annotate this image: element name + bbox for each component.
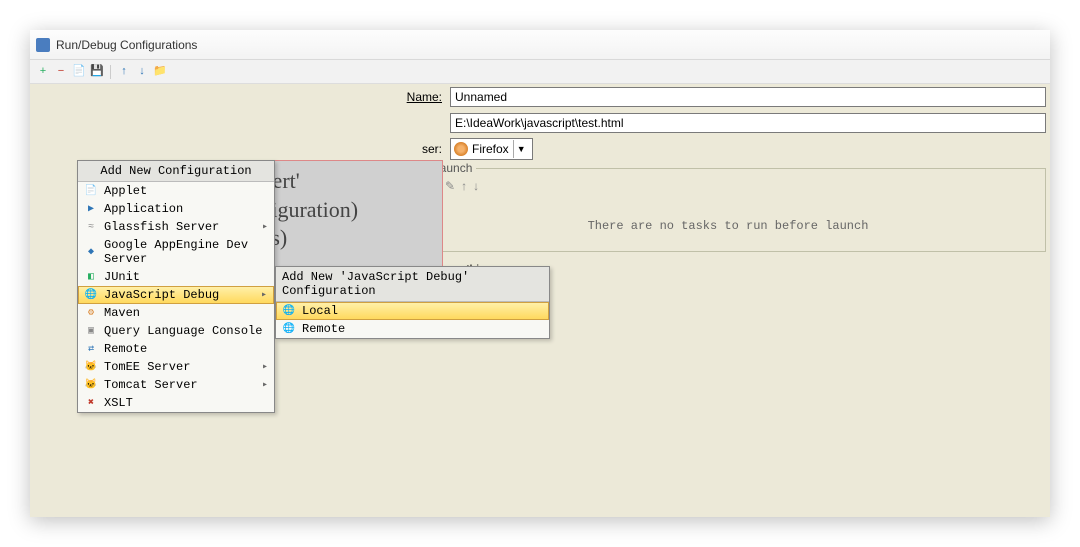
down-icon[interactable]: ↓ xyxy=(135,65,149,79)
menu-item-google-appengine-dev-server[interactable]: ◆ Google AppEngine Dev Server xyxy=(78,236,274,268)
window-titlebar: Run/Debug Configurations xyxy=(30,30,1050,60)
name-input[interactable] xyxy=(450,87,1046,107)
html-file-input[interactable] xyxy=(450,113,1046,133)
menu-item-applet[interactable]: 📄 Applet xyxy=(78,182,274,200)
remote-icon: 🌐 xyxy=(282,322,296,336)
javascript-debug-icon: 🌐 xyxy=(84,288,98,302)
tomcat-server-icon: 🐱 xyxy=(84,378,98,392)
menu-item-label: Tomcat Server xyxy=(104,378,198,392)
up-task-icon[interactable]: ↑ xyxy=(461,179,467,193)
menu-item-tomcat-server[interactable]: 🐱 Tomcat Server xyxy=(78,376,274,394)
application-icon: ▶ xyxy=(84,202,98,216)
menu-item-label: XSLT xyxy=(104,396,133,410)
tooltip-fragment: sert' figuration) (s) xyxy=(253,160,443,282)
window-title: Run/Debug Configurations xyxy=(56,38,197,52)
menu-item-application[interactable]: ▶ Application xyxy=(78,200,274,218)
applet-icon: 📄 xyxy=(84,184,98,198)
browser-value: Firefox xyxy=(472,142,509,156)
add-icon[interactable]: + xyxy=(36,65,50,79)
js-debug-submenu: Add New 'JavaScript Debug' Configuration… xyxy=(275,266,550,339)
menu-item-label: Maven xyxy=(104,306,140,320)
menu-item-javascript-debug[interactable]: 🌐 JavaScript Debug xyxy=(78,286,274,304)
firefox-icon xyxy=(454,142,468,156)
maven-icon: ⚙ xyxy=(84,306,98,320)
save-icon[interactable]: 💾 xyxy=(90,65,104,79)
menu-item-remote[interactable]: ⇄ Remote xyxy=(78,340,274,358)
menu-item-label: TomEE Server xyxy=(104,360,190,374)
separator xyxy=(110,65,111,79)
menu-item-label: Query Language Console xyxy=(104,324,262,338)
menu-item-label: Remote xyxy=(104,342,147,356)
submenu-header: Add New 'JavaScript Debug' Configuration xyxy=(276,267,549,302)
query-language-console-icon: ▣ xyxy=(84,324,98,338)
glassfish-server-icon: ≈ xyxy=(84,220,98,234)
browser-select[interactable]: Firefox ▼ xyxy=(450,138,533,160)
menu-item-label: JUnit xyxy=(104,270,140,284)
up-icon[interactable]: ↑ xyxy=(117,65,131,79)
submenu-item-local[interactable]: 🌐 Local xyxy=(276,302,549,320)
menu-item-query-language-console[interactable]: ▣ Query Language Console xyxy=(78,322,274,340)
remote-icon: ⇄ xyxy=(84,342,98,356)
local-icon: 🌐 xyxy=(282,304,296,318)
tomee-server-icon: 🐱 xyxy=(84,360,98,374)
browser-label: ser: xyxy=(30,142,450,156)
edit-task-icon[interactable]: ✎ xyxy=(445,179,455,193)
no-tasks-text: There are no tasks to run before launch xyxy=(419,195,1037,243)
menu-item-label: Google AppEngine Dev Server xyxy=(104,238,268,266)
menu-item-label: Application xyxy=(104,202,183,216)
remove-icon[interactable]: − xyxy=(54,65,68,79)
menu-item-junit[interactable]: ◧ JUnit xyxy=(78,268,274,286)
junit-icon: ◧ xyxy=(84,270,98,284)
submenu-item-label: Local xyxy=(302,304,338,318)
submenu-item-label: Remote xyxy=(302,322,345,336)
copy-icon[interactable]: 📄 xyxy=(72,65,86,79)
menu-item-tomee-server[interactable]: 🐱 TomEE Server xyxy=(78,358,274,376)
app-icon xyxy=(36,38,50,52)
menu-item-glassfish-server[interactable]: ≈ Glassfish Server xyxy=(78,218,274,236)
before-launch-fieldset: re launch + − ✎ ↑ ↓ There are no tasks t… xyxy=(410,168,1046,252)
menu-item-label: Applet xyxy=(104,184,147,198)
menu-item-maven[interactable]: ⚙ Maven xyxy=(78,304,274,322)
menu-header: Add New Configuration xyxy=(78,161,274,182)
google-appengine-dev-server-icon: ◆ xyxy=(84,245,98,259)
down-task-icon[interactable]: ↓ xyxy=(473,179,479,193)
folder-icon[interactable]: 📁 xyxy=(153,65,167,79)
xslt-icon: ✖ xyxy=(84,396,98,410)
menu-item-label: JavaScript Debug xyxy=(104,288,219,302)
menu-item-label: Glassfish Server xyxy=(104,220,219,234)
chevron-down-icon[interactable]: ▼ xyxy=(513,140,529,158)
submenu-item-remote[interactable]: 🌐 Remote xyxy=(276,320,549,338)
toolbar: + − 📄 💾 ↑ ↓ 📁 xyxy=(30,60,1050,84)
menu-item-xslt[interactable]: ✖ XSLT xyxy=(78,394,274,412)
add-configuration-menu: Add New Configuration 📄 Applet ▶ Applicatio… xyxy=(77,160,275,413)
name-label: Name: xyxy=(30,90,450,104)
